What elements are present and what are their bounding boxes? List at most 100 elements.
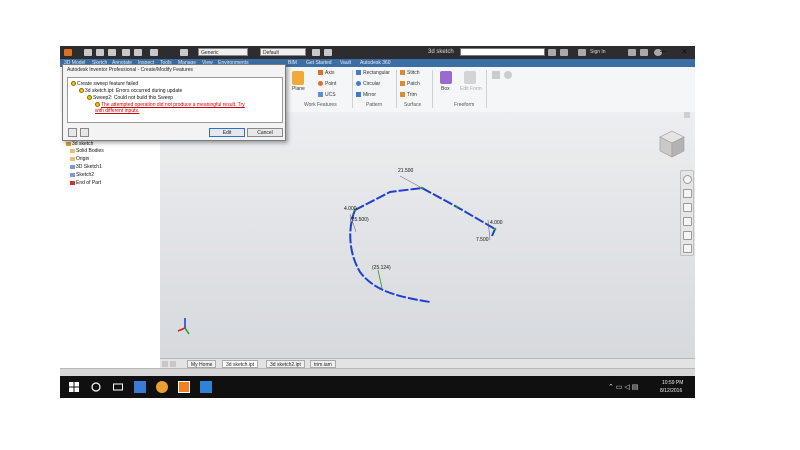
look-at-icon[interactable] [683,231,692,240]
viewcube[interactable] [657,128,687,160]
redo-icon[interactable] [134,49,142,56]
patch-button[interactable]: Patch [400,81,420,88]
tree-item-origin[interactable]: Origin [70,156,89,162]
firefox-icon[interactable] [156,381,168,393]
dimension-label[interactable]: 21.500 [398,168,413,174]
rectangular-pattern-icon [356,70,361,76]
warning-icon [95,102,100,108]
tree-item-solid-bodies[interactable]: Solid Bodies [70,148,104,154]
error-row[interactable]: Create sweep feature failed [71,81,138,87]
help-search-input[interactable] [460,48,545,56]
part-icon [66,141,71,146]
circular-pattern-button[interactable]: Circular [356,81,380,88]
doc-tab-my-home[interactable]: My Home [187,360,217,368]
material-dropdown[interactable]: Generic [198,48,248,56]
dimension-label[interactable]: (25.124) [372,265,391,271]
sketch-path[interactable] [354,186,497,237]
trim-button[interactable]: Trim [400,92,417,99]
sketch-point[interactable] [420,186,424,190]
dimension-label[interactable]: 7.500 [476,237,489,243]
dimension-label[interactable]: 4.000 [490,220,503,226]
undo-icon[interactable] [122,49,130,56]
edit-form-icon [464,71,476,84]
pan-icon[interactable] [683,189,692,198]
clock-time[interactable]: 10:59 PM [662,380,683,386]
search-icon[interactable] [548,49,556,56]
file-explorer-icon[interactable] [134,381,146,393]
mirror-button[interactable]: Mirror [356,92,376,99]
zoom-icon[interactable] [683,203,692,212]
inventor-icon[interactable] [178,381,190,393]
point-button[interactable]: Point [318,81,336,88]
new-icon[interactable] [84,49,92,56]
error-row[interactable]: The attempted operation did not produce … [95,102,245,114]
home-view-icon[interactable] [684,112,690,118]
task-view-icon[interactable] [112,381,124,393]
measure-icon[interactable] [312,49,320,56]
home-icon[interactable] [150,49,158,56]
appearance-dropdown[interactable]: Default [260,48,306,56]
exchange-icon[interactable] [628,49,636,56]
cortana-icon[interactable] [90,381,102,393]
sketch-canvas[interactable] [160,112,695,358]
stitch-button[interactable]: Stitch [400,70,420,77]
tree-item-3d-sketch[interactable]: 3D Sketch1 [70,164,102,170]
tab-vault[interactable]: Vault [340,59,351,67]
box-button[interactable]: Box [441,86,450,93]
copy-icon[interactable] [68,128,77,137]
tab-arrange-icon[interactable] [170,361,176,367]
tray-icons[interactable]: ⌃ ▭ ◁ ▤ [608,383,638,391]
user-icon[interactable] [578,49,586,56]
steering-wheel-icon[interactable] [683,175,692,184]
edit-form-button[interactable]: Edit Form [460,86,482,93]
dimension-label[interactable]: (25.500) [350,217,369,223]
sketch-point[interactable] [493,227,497,231]
tree-item-label: 3d sketch [72,141,94,147]
material-icon[interactable] [180,49,188,56]
cancel-button[interactable]: Cancel [247,128,283,137]
tree-item-label: End of Part [76,180,102,186]
tab-bim[interactable]: BIM [288,59,297,67]
a360-icon[interactable] [640,49,648,56]
plane-button[interactable]: Plane [292,86,305,93]
tab-menu-icon[interactable] [162,361,168,367]
axis-button[interactable]: Axis [318,70,334,77]
start-icon[interactable] [68,381,80,393]
save-icon[interactable] [108,49,116,56]
rectangular-pattern-button[interactable]: Rectangular [356,70,390,77]
orbit-icon[interactable] [683,217,692,226]
doc-tab-3d-sketch2[interactable]: 3d sketch2.ipt [266,360,305,368]
tab-get-started[interactable]: Get Started [306,59,332,67]
ribbon-divider [432,70,433,108]
sign-in-link[interactable]: Sign In [590,48,606,57]
minimize-button[interactable]: ─ [660,47,666,57]
sketch-path[interactable] [349,209,431,303]
convert-icon[interactable] [492,71,500,79]
error-row[interactable]: Sweep2: Could not build this Sweep [87,95,173,101]
edit-button[interactable]: Edit [209,128,245,137]
error-row[interactable]: 3d sketch.ipt: Errors occurred during up… [79,88,182,94]
tree-item-sketch2[interactable]: Sketch2 [70,172,94,178]
visibility-icon[interactable] [504,71,512,79]
doc-tab-3d-sketch[interactable]: 3d sketch.ipt [222,360,259,368]
app-menu-button[interactable] [64,49,72,56]
doc-tab-trim[interactable]: trim.iam [310,360,336,368]
clock-date[interactable]: 8/12/2016 [660,388,682,394]
surface-group-label: Surface [404,102,422,108]
close-button[interactable]: ✕ [681,47,688,57]
nav-menu-icon[interactable] [683,244,692,253]
settings-icon[interactable] [324,49,332,56]
dimension-label[interactable]: 4.000 [344,206,357,212]
tree-item-part[interactable]: 3d sketch [66,141,93,147]
ucs-button[interactable]: UCS [318,92,336,99]
tree-item-end-of-part[interactable]: End of Part [70,180,101,186]
tab-autodesk-360[interactable]: Autodesk 360 [360,59,391,67]
expand-icon[interactable] [80,128,89,137]
error-tree[interactable]: Create sweep feature failed 3d sketch.ip… [67,77,283,123]
graphics-viewport[interactable]: 21.500 4.000 (25.500) 4.000 7.500 (25.12… [160,112,695,358]
open-icon[interactable] [96,49,104,56]
dropbox-icon[interactable] [200,381,212,393]
sketch-point[interactable] [455,205,459,209]
cart-icon[interactable] [560,49,568,56]
axis-icon [318,70,323,76]
